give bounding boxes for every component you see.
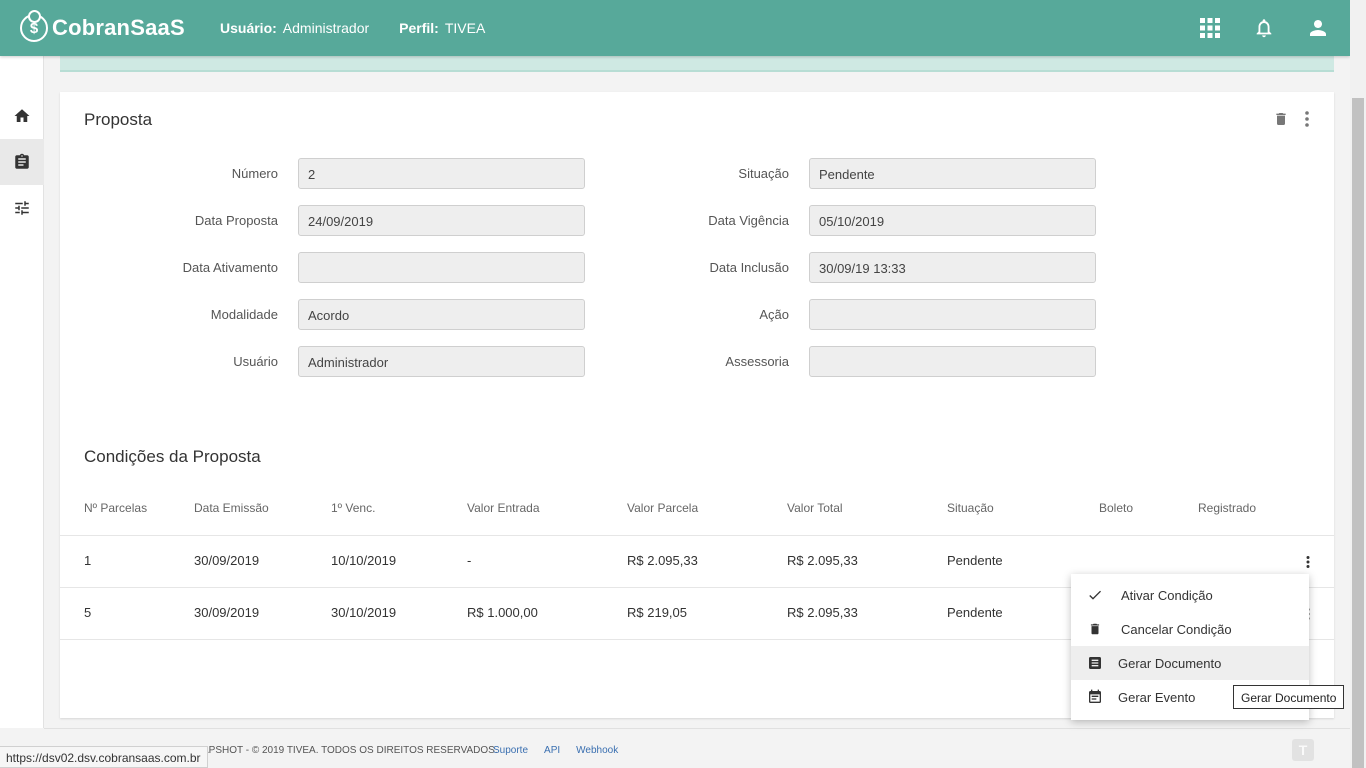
column-header-valor-parcela[interactable]: Valor Parcela [627,501,698,515]
menu-item-label: Cancelar Condição [1121,621,1232,637]
sidebar-item-home[interactable] [0,93,44,139]
sidebar-item-proposals[interactable] [0,139,44,185]
menu-item-ativar-condicao[interactable]: Ativar Condição [1071,578,1309,612]
brand-name: CobranSaaS [52,15,185,40]
check-icon [1085,585,1105,605]
situacao-field[interactable]: Pendente [809,158,1096,189]
footer-link-webhook[interactable]: Webhook [576,745,618,756]
usuario-field[interactable]: Administrador [298,346,585,377]
numero-label: Número [231,166,278,181]
user-value: Administrador [282,20,370,36]
notice-strip [60,56,1334,72]
data-inclusao-field[interactable]: 30/09/19 13:33 [809,252,1096,283]
brand-logo[interactable]: $ CobranSaaS [20,10,220,42]
profile-info: Perfil: TIVEA [399,20,485,36]
cell-valor-total: R$ 2.095,33 [787,553,858,568]
cell-valor-total: R$ 2.095,33 [787,605,858,620]
proposal-title: Proposta [84,110,153,129]
delete-icon[interactable] [1270,108,1292,130]
cell-parcelas: 1 [84,553,92,568]
data-vigencia-label: Data Vigência [708,213,789,228]
assessoria-field[interactable] [809,346,1096,377]
menu-item-label: Gerar Documento [1118,655,1222,671]
more-vert-icon[interactable] [1296,108,1318,130]
cell-primeiro-venc: 30/10/2019 [331,605,397,620]
cell-valor-entrada: R$ 1.000,00 [467,605,538,620]
column-header-boleto[interactable]: Boleto [1099,501,1133,515]
footer-links: Suporte API Webhook [493,745,634,756]
menu-item-cancelar-condicao[interactable]: Cancelar Condição [1071,612,1309,646]
cell-valor-parcela: R$ 219,05 [627,605,687,620]
account-icon[interactable] [1306,16,1330,40]
user-info: Usuário: Administrador [220,20,369,36]
cell-valor-parcela: R$ 2.095,33 [627,553,698,568]
home-icon [14,109,30,122]
data-ativamento-label: Data Ativamento [182,260,278,275]
numero-field[interactable]: 2 [298,158,585,189]
scrollbar-thumb[interactable] [1352,98,1364,768]
top-bar: $ CobranSaaS Usuário: Administrador Perfi… [0,0,1350,56]
clipboard-icon [15,153,29,169]
user-label: Usuário: [220,20,277,36]
column-header-registrado[interactable]: Registrado [1198,501,1256,515]
cell-parcelas: 5 [84,605,92,620]
column-header-situacao[interactable]: Situação [947,501,994,515]
footer-link-api[interactable]: API [544,745,560,756]
column-header-valor-entrada[interactable]: Valor Entrada [467,501,540,515]
data-vigencia-field[interactable]: 05/10/2019 [809,205,1096,236]
cell-data-emissao: 30/09/2019 [194,605,260,620]
column-header-valor-total[interactable]: Valor Total [787,501,843,515]
acao-field[interactable] [809,299,1096,330]
usuario-label: Usuário [233,354,278,369]
profile-value: TIVEA [444,20,486,36]
cell-primeiro-venc: 10/10/2019 [331,553,397,568]
bell-icon[interactable] [1252,16,1276,40]
data-ativamento-field[interactable] [298,252,585,283]
menu-item-label: Gerar Evento [1118,689,1196,705]
tivea-logo-icon: T [1292,739,1314,761]
conditions-title: Condições da Proposta [84,447,261,466]
cell-situacao: Pendente [947,605,1003,620]
top-actions [1168,16,1330,40]
document-icon [1085,653,1105,673]
cell-situacao: Pendente [947,553,1003,568]
acao-label: Ação [759,307,789,322]
modalidade-label: Modalidade [210,307,278,322]
tune-icon [15,201,29,215]
cell-valor-entrada: - [467,553,472,568]
event-icon [1085,687,1105,707]
menu-item-label: Ativar Condição [1121,587,1213,603]
tooltip: Gerar Documento [1233,685,1345,709]
modalidade-field[interactable]: Acordo [298,299,585,330]
apps-grid-icon[interactable] [1198,16,1222,40]
page-scrollbar[interactable] [1350,0,1366,768]
column-header-data-emissao[interactable]: Data Emissão [194,501,269,515]
sidebar-item-settings[interactable] [0,185,44,231]
trash-icon [1085,619,1105,639]
footer-link-suporte[interactable]: Suporte [493,745,528,756]
column-header-primeiro-venc[interactable]: 1º Venc. [331,501,375,515]
situacao-label: Situação [738,166,789,181]
browser-status-url: https://dsv02.dsv.cobransaas.com.br [0,746,208,768]
sidebar [0,56,44,728]
menu-item-gerar-documento[interactable]: Gerar Documento [1071,646,1309,680]
assessoria-label: Assessoria [725,354,789,369]
column-header-parcelas[interactable]: Nº Parcelas [84,501,147,515]
card-actions [1266,108,1318,130]
data-inclusao-label: Data Inclusão [709,260,790,275]
footer-copyright: APSHOT - © 2019 TIVEA. TODOS OS DIREITOS… [202,745,498,756]
table-divider [60,535,1334,536]
cell-data-emissao: 30/09/2019 [194,553,260,568]
data-proposta-label: Data Proposta [194,213,278,228]
profile-label: Perfil: [399,20,439,36]
data-proposta-field[interactable]: 24/09/2019 [298,205,585,236]
row-more-vert-icon[interactable] [1300,554,1316,570]
coin-logo-icon: $ [20,10,48,42]
session-info: Usuário: Administrador Perfil: TIVEA [220,20,515,36]
footer: APSHOT - © 2019 TIVEA. TODOS OS DIREITOS… [44,728,1350,768]
